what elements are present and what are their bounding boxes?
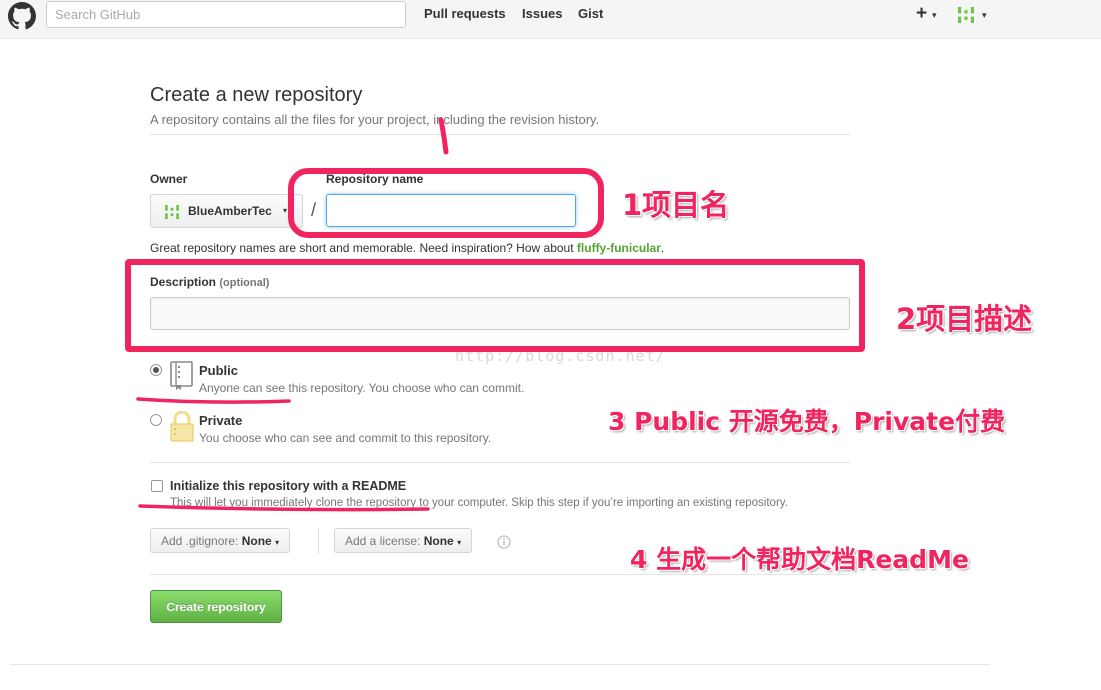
public-option-description: Anyone can see this repository. You choo… xyxy=(199,381,525,395)
create-repository-button[interactable]: Create repository xyxy=(150,590,282,623)
license-label: Add a license: xyxy=(345,534,421,548)
chevron-down-icon[interactable]: ▾ xyxy=(932,10,937,21)
readme-checkbox[interactable] xyxy=(151,480,163,492)
chevron-down-icon: ▾ xyxy=(283,206,288,215)
hint-text: Great repository names are short and mem… xyxy=(150,241,574,255)
annotation-label-2: 2项目描述 xyxy=(896,302,1033,336)
user-avatar-identicon-icon[interactable] xyxy=(957,7,975,23)
info-icon[interactable] xyxy=(497,535,511,549)
page-title: Create a new repository xyxy=(150,84,363,106)
annotation-label-4: 4 生成一个帮助文档ReadMe xyxy=(630,545,969,574)
search-input[interactable] xyxy=(46,1,406,28)
public-option-title: Public xyxy=(199,363,239,378)
hint-suffix: . xyxy=(660,241,665,255)
divider xyxy=(150,134,850,135)
private-radio[interactable] xyxy=(150,414,162,426)
annotation-box-description xyxy=(125,259,865,352)
annotation-box-repo-name xyxy=(288,168,604,238)
gitignore-select-button[interactable]: Add .gitignore: None ▾ xyxy=(150,528,291,553)
top-header: Pull requests Issues Gist + ▾ ▾ xyxy=(0,0,1101,39)
name-suggestion-link[interactable]: fluffy-funicular xyxy=(577,241,661,255)
chevron-down-icon: ▾ xyxy=(275,538,280,547)
repo-book-icon xyxy=(170,361,193,390)
nav-issues[interactable]: Issues xyxy=(522,6,562,21)
private-option-description: You choose who can see and commit to thi… xyxy=(199,431,492,445)
nav-pull-requests[interactable]: Pull requests xyxy=(424,6,506,21)
gitignore-label: Add .gitignore: xyxy=(161,534,239,548)
owner-name: BlueAmberTec xyxy=(188,204,272,218)
gitignore-value: None xyxy=(241,534,272,548)
license-select-button[interactable]: Add a license: None ▾ xyxy=(334,528,473,553)
page-subtitle: A repository contains all the files for … xyxy=(150,112,600,127)
private-option-title: Private xyxy=(199,413,243,428)
repository-name-hint: Great repository names are short and mem… xyxy=(150,241,664,255)
create-new-plus-icon[interactable]: + xyxy=(916,3,927,25)
owner-avatar-identicon-icon xyxy=(165,205,179,219)
owner-select-button[interactable]: BlueAmberTec ▾ xyxy=(150,194,303,228)
readme-option-description: This will let you immediately clone the … xyxy=(170,497,788,509)
owner-label: Owner xyxy=(150,172,188,186)
readme-option-title: Initialize this repository with a README xyxy=(170,479,407,493)
license-value: None xyxy=(423,534,454,548)
divider xyxy=(318,528,319,554)
public-radio[interactable] xyxy=(150,364,162,376)
divider xyxy=(150,462,850,463)
annotation-underline-public xyxy=(136,397,291,404)
github-octocat-icon[interactable] xyxy=(8,2,36,30)
annotation-label-1: 1项目名 xyxy=(622,188,730,222)
lock-icon xyxy=(170,411,194,442)
annotation-label-3: 3 Public 开源免费，Private付费 xyxy=(608,407,1006,436)
chevron-down-icon: ▾ xyxy=(457,538,462,547)
divider xyxy=(10,664,990,665)
nav-gist[interactable]: Gist xyxy=(578,6,603,21)
chevron-down-icon[interactable]: ▾ xyxy=(982,10,987,21)
